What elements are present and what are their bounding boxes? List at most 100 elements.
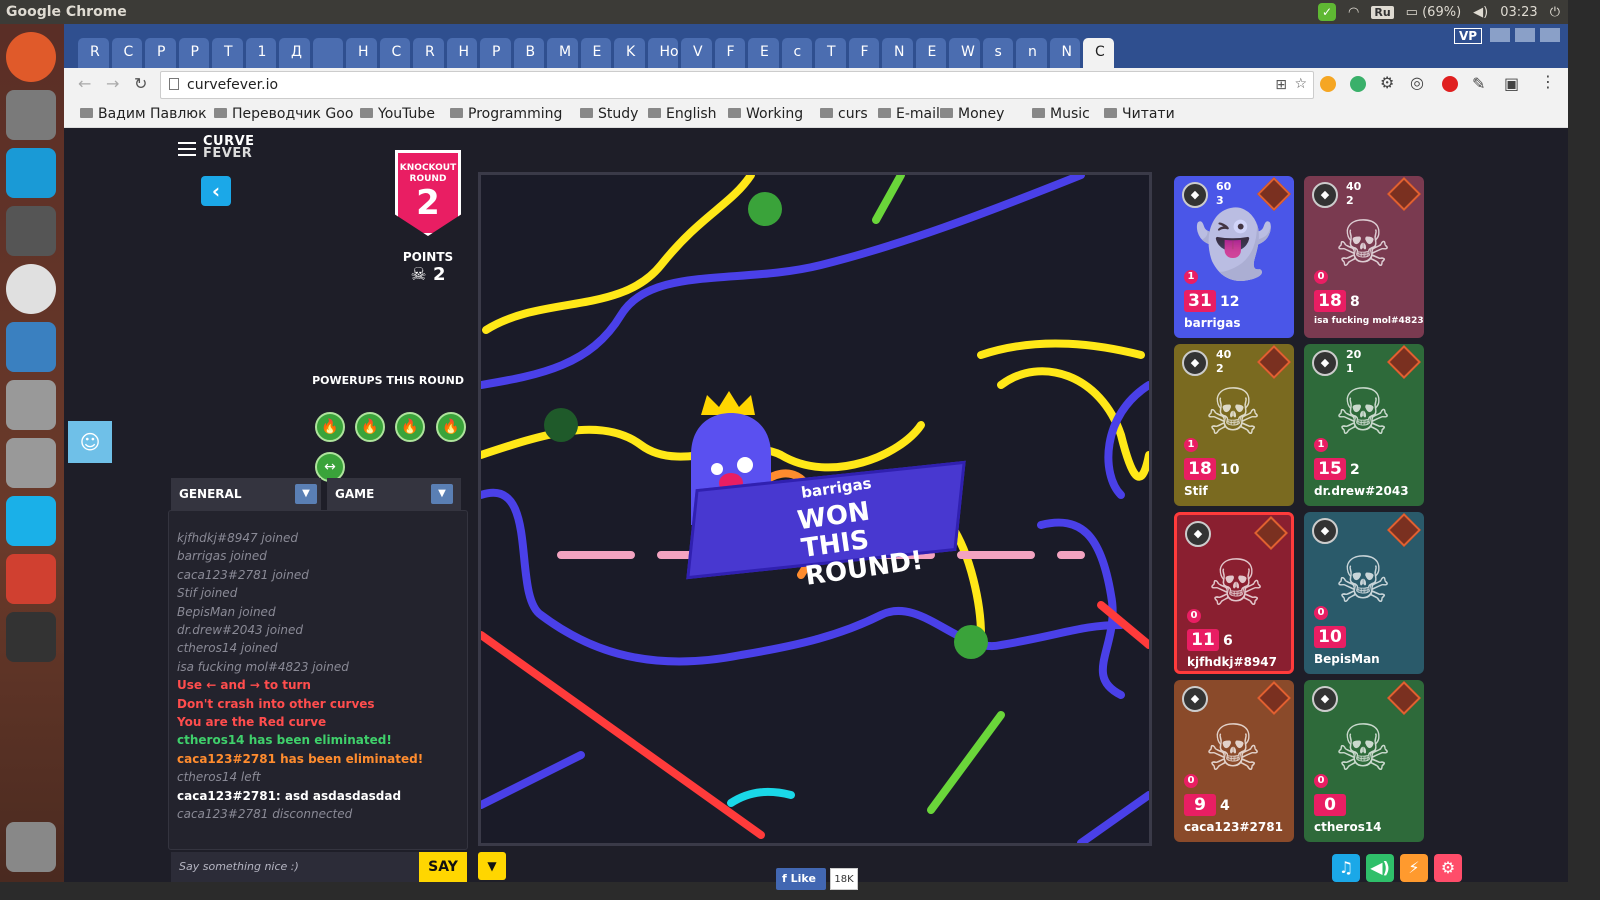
battery-status[interactable]: ▭ (69%) (1406, 5, 1461, 20)
gear-icon[interactable]: ⚙ (1434, 854, 1462, 882)
terminal-icon[interactable] (6, 612, 56, 662)
file-manager-icon[interactable] (6, 90, 56, 140)
forward-arrow-icon[interactable]: → (106, 74, 119, 93)
bookmark-item[interactable]: Programming (450, 106, 562, 122)
bookmark-star-icon[interactable]: ☆ (1294, 76, 1307, 92)
extension-icon[interactable] (1350, 76, 1366, 92)
reload-icon[interactable]: ↻ (134, 74, 147, 93)
menu-icon[interactable]: ⋮ (1540, 72, 1556, 91)
app-icon[interactable] (6, 322, 56, 372)
browser-tab[interactable]: F (848, 38, 879, 68)
bookmark-item[interactable]: Music (1032, 106, 1090, 122)
browser-tab[interactable]: P (480, 38, 511, 68)
bookmark-item[interactable]: curs (820, 106, 868, 122)
maximize-button[interactable] (1515, 28, 1535, 42)
chrome-icon[interactable] (6, 264, 56, 314)
browser-tab[interactable]: R (413, 38, 444, 68)
browser-tab[interactable]: T (815, 38, 846, 68)
minimize-button[interactable] (1490, 28, 1510, 42)
chat-helper-button[interactable]: ☺ (68, 421, 112, 463)
player-card[interactable]: ◆ 40 2 ☠ 1 18 10 Stif (1174, 344, 1294, 506)
browser-tab[interactable]: E (580, 38, 611, 68)
facebook-like-button[interactable]: f Like (776, 868, 826, 890)
chevron-down-icon[interactable]: ▼ (295, 484, 317, 504)
player-card[interactable]: ◆ ☠ 0 10 BepisMan (1304, 512, 1424, 674)
browser-tab[interactable]: E (748, 38, 779, 68)
extension-icon[interactable]: ▣ (1504, 74, 1519, 93)
browser-tab[interactable]: M (547, 38, 578, 68)
browser-tab[interactable]: C (379, 38, 410, 68)
browser-tab[interactable]: C (111, 38, 142, 68)
address-bar[interactable]: curvefever.io ⊞ ☆ (160, 71, 1314, 99)
skype-icon[interactable] (6, 496, 56, 546)
checkmark-icon[interactable]: ✓ (1318, 3, 1337, 21)
browser-tab[interactable]: H (446, 38, 477, 68)
trash-icon[interactable] (6, 822, 56, 872)
player-card[interactable]: ◆ 60 3 👻 1 31 12 barrigas (1174, 176, 1294, 338)
back-arrow-icon[interactable]: ← (78, 74, 91, 93)
keyboard-layout-indicator[interactable]: Ru (1371, 5, 1394, 19)
close-button[interactable] (1540, 28, 1560, 42)
clock[interactable]: 03:23 (1500, 5, 1537, 20)
bookmark-item[interactable]: Money (940, 106, 1004, 122)
bookmark-item[interactable]: English (648, 106, 717, 122)
chat-input[interactable]: Say something nice :) (171, 852, 419, 882)
disk-icon[interactable] (6, 380, 56, 430)
bookmark-item[interactable]: Working (728, 106, 803, 122)
browser-tab[interactable]: P (145, 38, 176, 68)
back-button[interactable]: ‹ (201, 176, 231, 206)
bookmark-item[interactable]: YouTube (360, 106, 435, 122)
wifi-icon[interactable]: ◠ (1348, 5, 1359, 20)
browser-tab[interactable]: R (78, 38, 109, 68)
chevron-down-icon[interactable]: ▼ (431, 484, 453, 504)
browser-tab[interactable]: V (681, 38, 712, 68)
browser-tab[interactable]: Д (279, 38, 310, 68)
browser-tab[interactable]: K (614, 38, 645, 68)
translate-icon[interactable]: ⊞ (1275, 77, 1287, 93)
browser-tab[interactable]: E (915, 38, 946, 68)
gear-icon[interactable]: ⚙ (1380, 73, 1394, 92)
browser-tab[interactable]: H (346, 38, 377, 68)
bookmark-item[interactable]: Study (580, 106, 638, 122)
extension-icon[interactable]: ◎ (1410, 73, 1424, 92)
webstorm-icon[interactable] (6, 148, 56, 198)
browser-tab[interactable]: W (949, 38, 980, 68)
browser-tab[interactable] (312, 38, 343, 68)
browser-tab[interactable]: P (178, 38, 209, 68)
browser-tab[interactable]: B (513, 38, 544, 68)
speaker-icon[interactable]: ◀) (1366, 854, 1394, 882)
player-card[interactable]: ◆ ☠ 0 11 6 kjfhdkj#8947 (1174, 512, 1294, 674)
chat-messages[interactable]: kjfhdkj#8947 joined barrigas joined caca12… (168, 510, 468, 850)
graphics-icon[interactable]: ⚡ (1400, 854, 1428, 882)
tab-general[interactable]: GENERAL ▼ (171, 478, 321, 510)
bookmark-item[interactable]: Читати (1104, 106, 1175, 122)
player-card[interactable]: ◆ 20 1 ☠ 1 15 2 dr.drew#2043 (1304, 344, 1424, 506)
extension-icon[interactable] (1320, 76, 1336, 92)
say-button[interactable]: SAY (419, 852, 467, 882)
hamburger-menu-icon[interactable] (178, 142, 196, 156)
browser-tab[interactable]: c (781, 38, 812, 68)
volume-icon[interactable]: ◀) (1473, 5, 1488, 20)
bookmark-item[interactable]: Вадим Павлюк (80, 106, 207, 122)
ubuntu-dash-icon[interactable] (6, 32, 56, 82)
power-icon[interactable]: ⏻ (1550, 5, 1560, 20)
browser-tab[interactable]: s (982, 38, 1013, 68)
extension-icon[interactable]: ✎ (1472, 74, 1485, 93)
disk-icon[interactable] (6, 438, 56, 488)
browser-tab[interactable]: Нов (647, 38, 678, 68)
music-note-icon[interactable]: ♫ (1332, 854, 1360, 882)
tab-game[interactable]: GAME ▼ (327, 478, 461, 510)
browser-tab[interactable]: N (1049, 38, 1080, 68)
player-card[interactable]: ◆ ☠ 0 0 ctheros14 (1304, 680, 1424, 842)
browser-tab[interactable]: C (1083, 38, 1114, 68)
browser-tab[interactable]: T (212, 38, 243, 68)
browser-tab[interactable]: N (882, 38, 913, 68)
profile-badge[interactable]: VP (1454, 28, 1483, 44)
player-card[interactable]: ◆ 40 2 ☠ 0 18 8 isa fucking mol#4823 (1304, 176, 1424, 338)
app-grid-icon[interactable] (6, 554, 56, 604)
sublime-text-icon[interactable] (6, 206, 56, 256)
player-card[interactable]: ◆ ☠ 0 9 4 caca123#2781 (1174, 680, 1294, 842)
collapse-button[interactable]: ▼ (478, 852, 506, 880)
opera-icon[interactable] (1442, 76, 1458, 92)
bookmark-item[interactable]: E-mail (878, 106, 940, 122)
